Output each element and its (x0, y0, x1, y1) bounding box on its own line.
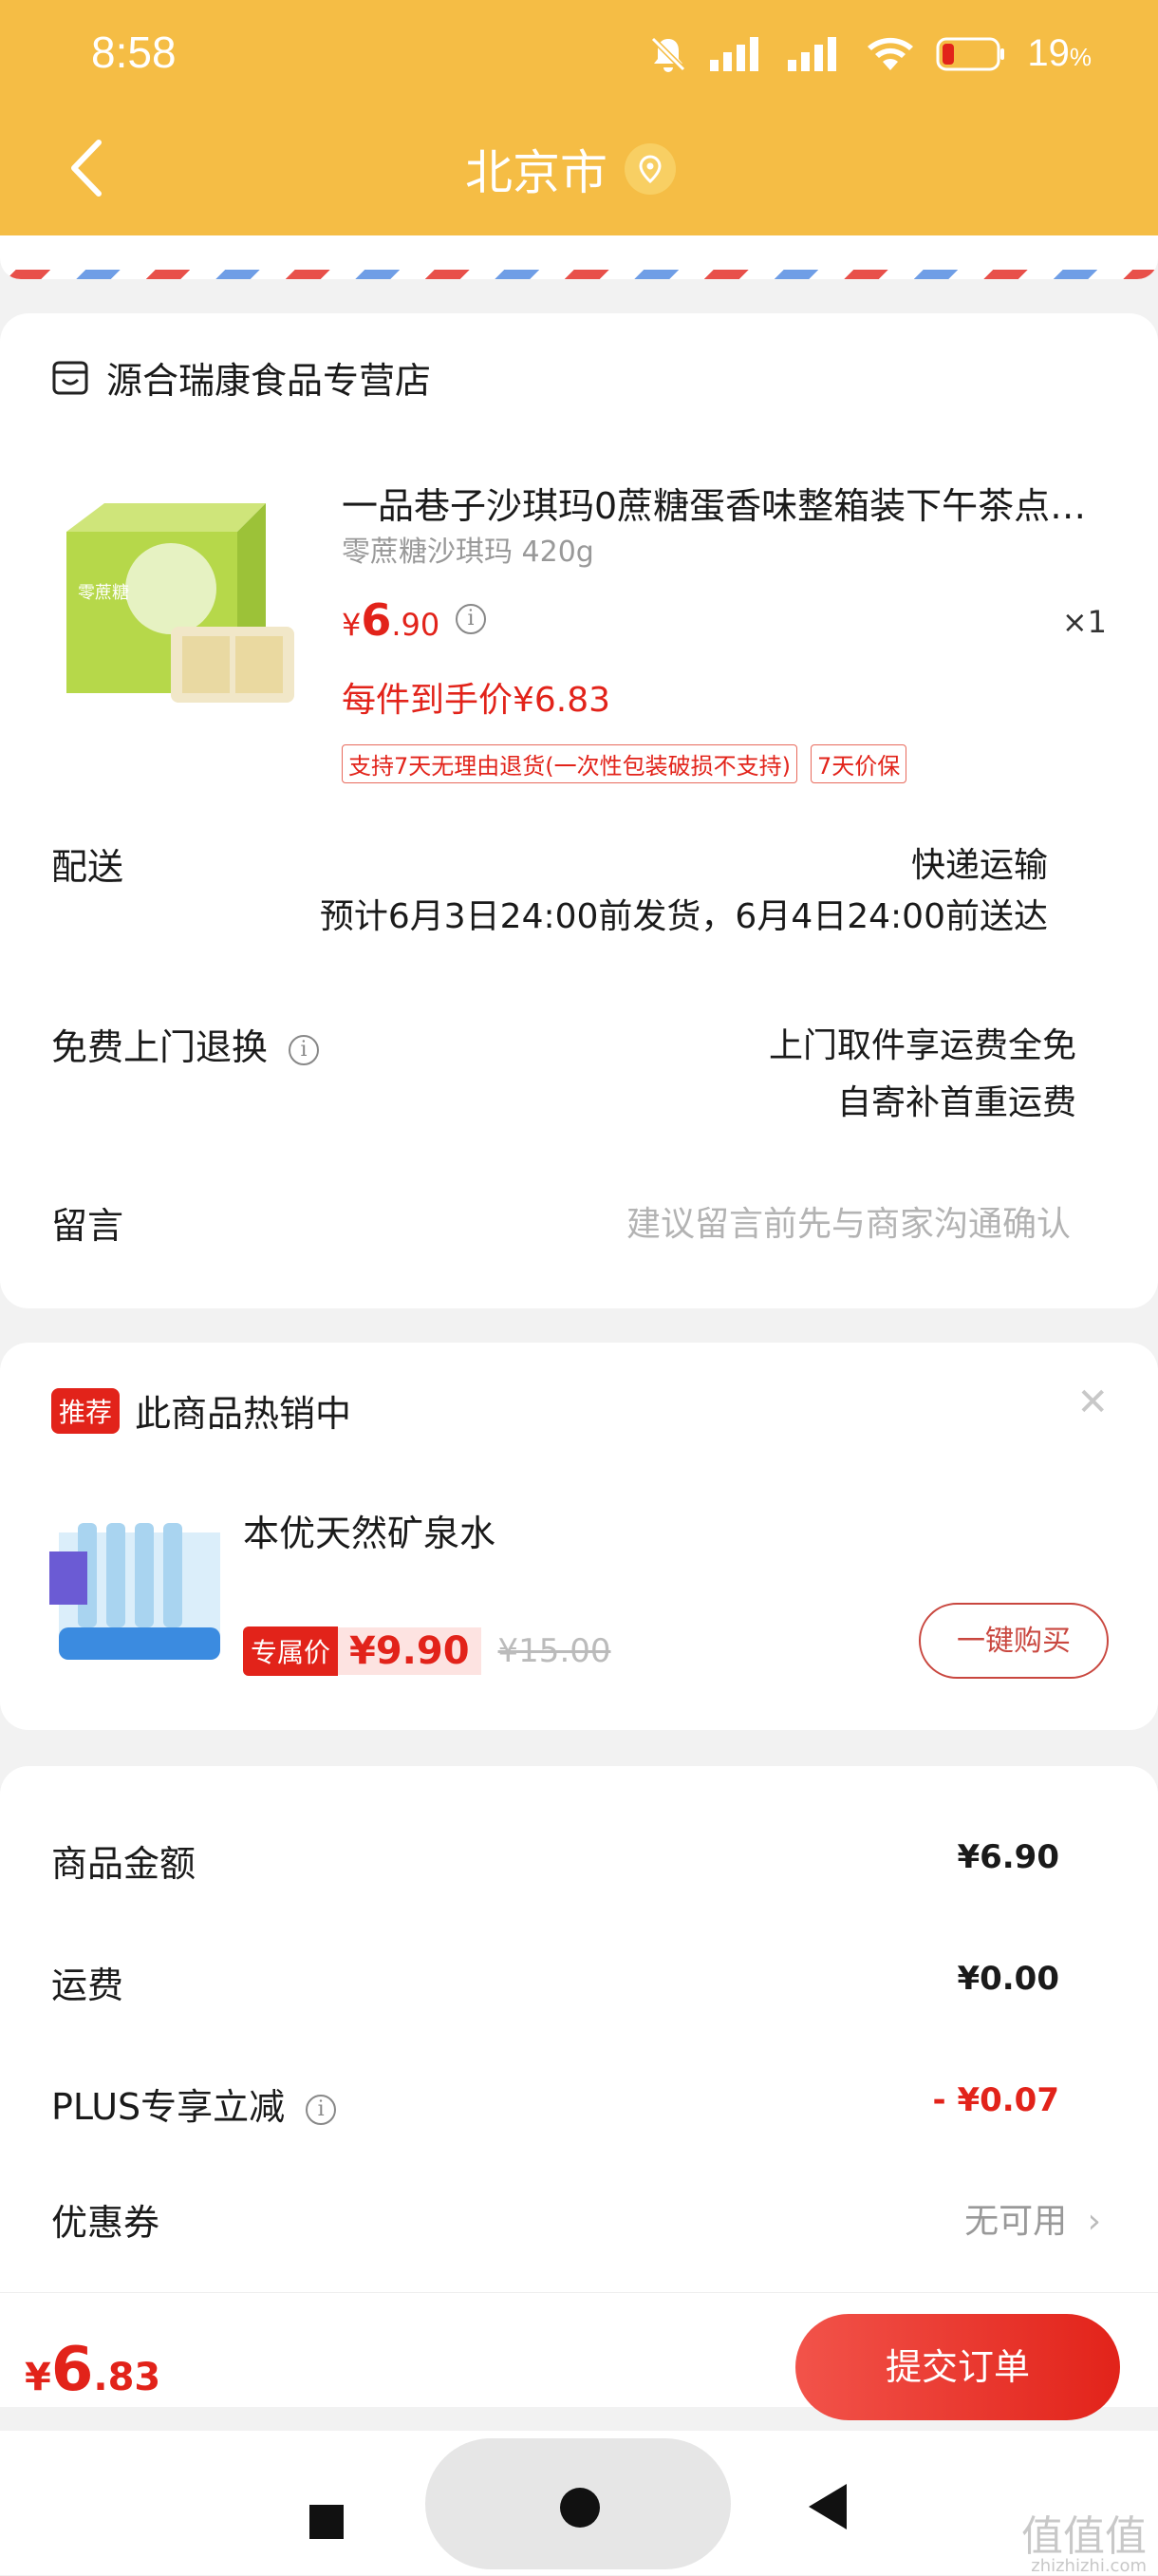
status-icons: 19% (647, 32, 1092, 75)
return-info-icon[interactable]: i (289, 1034, 320, 1065)
return-label: 免费上门退换 i (51, 1018, 320, 1070)
header: 8:58 19% 北京市 (0, 0, 1158, 235)
order-card: 源合瑞康食品专营店 零蔗糖 一品巷子沙琪玛0蔗糖蛋香味整箱装下午茶点… 零蔗糖沙… (0, 313, 1158, 1308)
recommend-header: 推荐 此商品热销中 (51, 1384, 351, 1437)
promo-price: ¥9.90 (338, 1627, 481, 1675)
home-dot-icon (560, 2488, 600, 2528)
chevron-right-icon: › (1087, 2202, 1101, 2241)
close-icon[interactable]: ✕ (1076, 1381, 1109, 1424)
original-price: ¥15.00 (497, 1632, 611, 1670)
recommend-tag: 推荐 (51, 1387, 121, 1434)
recommend-price-row: 专属价 ¥9.90 ¥15.00 (243, 1626, 611, 1676)
delivery-method[interactable]: 快递运输 (911, 837, 1048, 887)
tag-price-protect: 7天价保 (811, 744, 907, 783)
delivery-estimate: 预计6月3日24:00前发货，6月4日24:00前送达 (319, 897, 1048, 936)
status-time: 8:58 (91, 28, 177, 77)
address-card-edge (0, 235, 1158, 292)
delivery-label: 配送 (51, 846, 124, 888)
return-line1: 上门取件享运费全免 (768, 1026, 1076, 1065)
status-bar: 8:58 19% (0, 21, 1158, 87)
goods-amount-label: 商品金额 (51, 1843, 196, 1885)
coupon-value: 无可用 (964, 2202, 1068, 2241)
store-icon (52, 361, 88, 394)
battery-percent: 19% (1027, 32, 1092, 74)
page-title: 北京市 (465, 145, 607, 200)
watermark: 值值值 zhizhizhi.com (1021, 2512, 1147, 2576)
product-title[interactable]: 一品巷子沙琪玛0蔗糖蛋香味整箱装下午茶点… (342, 477, 1111, 529)
product-quantity: ×1 (1061, 604, 1107, 640)
price-info-icon[interactable]: i (456, 604, 486, 634)
signal-icon (710, 36, 759, 71)
message-label: 留言 (51, 1205, 124, 1247)
tag-return-policy: 支持7天无理由退货(一次性包装破损不支持) (342, 744, 797, 783)
message-input[interactable]: 建议留言前先与商家沟通确认 (626, 1196, 1071, 1246)
wifi-icon (868, 37, 914, 70)
promo-tag: 专属价 (243, 1626, 339, 1676)
recent-apps-button[interactable] (309, 2505, 344, 2539)
shipping-value: ¥0.00 (957, 1960, 1059, 1998)
mute-icon (651, 36, 686, 72)
location-pin-icon (625, 143, 676, 195)
checkout-bar: ¥6.83 提交订单 (0, 2292, 1158, 2420)
system-back-button[interactable] (809, 2484, 847, 2529)
goods-amount-value: ¥6.90 (957, 1838, 1059, 1876)
nav-bar: 北京市 (0, 114, 1158, 218)
battery-icon (936, 37, 1005, 70)
svg-text:零蔗糖: 零蔗糖 (78, 583, 129, 602)
unit-final-price: 每件到手价¥6.83 (342, 681, 611, 720)
coupon-label: 优惠券 (51, 2202, 160, 2244)
recommend-item-name[interactable]: 本优天然矿泉水 (243, 1504, 495, 1556)
recommend-title: 此商品热销中 (135, 1393, 352, 1435)
plus-discount-value: - ¥0.07 (932, 2081, 1060, 2119)
shipping-label: 运费 (51, 1965, 124, 2006)
plus-discount-label: PLUS专享立减 i (51, 2078, 337, 2130)
service-tags: 支持7天无理由退货(一次性包装破损不支持) 7天价保 (342, 744, 907, 783)
return-line2: 自寄补首重运费 (836, 1083, 1076, 1122)
total-price: ¥6.83 (25, 2335, 161, 2405)
product-image[interactable]: 零蔗糖 (57, 494, 311, 731)
system-nav-bar: 值值值 zhizhizhi.com (0, 2431, 1158, 2575)
recommend-card: 推荐 此商品热销中 ✕ 本优天然矿泉水 专属价 ¥9.90 ¥15.00 一键购… (0, 1343, 1158, 1730)
plus-info-icon[interactable]: i (306, 2094, 337, 2125)
product-price: ¥6.90 (342, 594, 440, 646)
submit-order-button[interactable]: 提交订单 (795, 2314, 1120, 2420)
coupon-selector[interactable]: 无可用 › (964, 2193, 1101, 2243)
price-summary-card: 商品金额 ¥6.90 运费 ¥0.00 PLUS专享立减 i - ¥0.07 优惠… (0, 1766, 1158, 2298)
store-name: 源合瑞康食品专营店 (106, 360, 432, 402)
store-row[interactable]: 源合瑞康食品专营店 (51, 351, 431, 404)
airmail-stripe (0, 270, 1158, 279)
water-product-image[interactable] (49, 1495, 226, 1675)
one-click-buy-button[interactable]: 一键购买 (919, 1603, 1109, 1679)
airmail-stripe-card (0, 235, 1158, 279)
product-spec: 零蔗糖沙琪玛 420g (342, 536, 594, 569)
signal-icon-2 (788, 36, 837, 71)
location-selector[interactable]: 北京市 (465, 135, 676, 203)
back-button[interactable] (59, 135, 116, 201)
